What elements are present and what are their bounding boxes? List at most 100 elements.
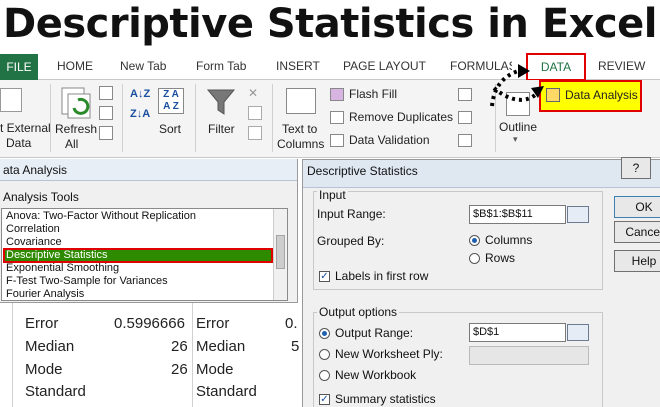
cell-value[interactable]: 5 — [291, 338, 299, 355]
list-item[interactable]: F-Test Two-Sample for Variances — [6, 275, 168, 287]
tab-form-tab[interactable]: Form Tab — [196, 59, 246, 73]
gridline — [192, 303, 193, 407]
get-external-data-label-2[interactable]: Data — [6, 136, 31, 150]
list-item[interactable]: Fourier Analysis — [6, 288, 84, 300]
sort-za-icon[interactable]: Z↓A — [130, 108, 150, 120]
list-item-selected[interactable]: Descriptive Statistics — [6, 249, 107, 261]
cell-value[interactable]: 0.5996666 — [114, 315, 185, 332]
help-button-title[interactable]: ? — [621, 157, 651, 179]
what-if-icon[interactable] — [458, 111, 472, 124]
labels-first-row-label: Labels in first row — [335, 269, 429, 283]
output-range-field[interactable]: $D$1 — [469, 323, 566, 342]
analysis-tools-label: Analysis Tools — [3, 190, 79, 204]
cell-label[interactable]: Error — [25, 315, 58, 332]
input-section-label: Input — [317, 188, 348, 202]
help-button[interactable]: Help — [614, 250, 660, 272]
consolidate-icon[interactable] — [458, 88, 472, 101]
new-worksheet-ply-radio[interactable] — [319, 349, 330, 360]
tab-review[interactable]: REVIEW — [598, 59, 645, 73]
rows-label: Rows — [485, 251, 516, 265]
list-item[interactable]: Covariance — [6, 236, 62, 248]
collapse-dialog-icon[interactable] — [567, 206, 589, 223]
worksheet-area: Standard Standard Error 0.5996666 Error … — [0, 289, 300, 407]
output-range-radio[interactable] — [319, 328, 330, 339]
reapply-icon[interactable] — [248, 106, 262, 120]
tab-home[interactable]: HOME — [57, 59, 93, 73]
connections-icon[interactable] — [99, 86, 113, 100]
columns-label: Columns — [485, 233, 533, 247]
ribbon-tab-bar: FILE HOME New Tab Form Tab INSERT PAGE L… — [0, 53, 660, 81]
gridline — [12, 303, 13, 407]
sort-icon: Z AA Z — [158, 88, 184, 114]
text-to-columns-button[interactable]: Text to — [282, 122, 317, 136]
remove-duplicates-icon — [330, 111, 344, 124]
relationships-icon[interactable] — [458, 134, 472, 147]
filter-icon — [206, 89, 236, 115]
list-item[interactable]: Correlation — [6, 223, 60, 235]
cell-label[interactable]: Median — [25, 338, 74, 355]
new-worksheet-ply-label: New Worksheet Ply: — [335, 347, 443, 361]
new-workbook-radio[interactable] — [319, 370, 330, 381]
cell-value[interactable]: 26 — [171, 338, 188, 355]
list-item[interactable]: Exponential Smoothing — [6, 262, 119, 274]
labels-first-row-checkbox[interactable]: ✓ — [319, 271, 330, 282]
refresh-all-label[interactable]: All — [65, 137, 78, 151]
cell-label[interactable]: Standard — [196, 383, 257, 400]
cell-value[interactable]: 0. — [285, 315, 298, 332]
external-data-icon — [0, 88, 22, 112]
outline-button[interactable]: Outline — [499, 120, 537, 134]
clear-icon[interactable]: ✕ — [248, 86, 262, 100]
cancel-button[interactable]: Cancel — [614, 221, 660, 243]
input-range-field[interactable]: $B$1:$B$11 — [469, 205, 566, 224]
tab-file[interactable]: FILE — [0, 54, 38, 80]
input-range-label: Input Range: — [317, 207, 386, 221]
flash-fill-icon — [330, 88, 344, 101]
cell-label[interactable]: Mode — [196, 361, 234, 378]
output-options-label: Output options — [317, 305, 400, 319]
pointer-arrows — [490, 64, 544, 107]
new-workbook-label: New Workbook — [335, 368, 417, 382]
data-analysis-icon — [546, 88, 560, 102]
get-external-data-label[interactable]: t External — [0, 121, 51, 135]
ok-button[interactable]: OK — [614, 196, 660, 218]
collapse-dialog-icon[interactable] — [567, 324, 589, 341]
cell-label[interactable]: Median — [196, 338, 245, 355]
data-validation-button[interactable]: Data Validation — [349, 133, 430, 147]
data-validation-icon — [330, 134, 344, 147]
refresh-icon — [61, 87, 91, 119]
outline-chevron-icon[interactable]: ▾ — [513, 134, 518, 145]
analysis-tools-list[interactable]: Anova: Two-Factor Without Replication Co… — [1, 208, 288, 301]
flash-fill-button[interactable]: Flash Fill — [349, 87, 397, 101]
grouped-by-label: Grouped By: — [317, 234, 385, 248]
data-analysis-button[interactable]: Data Analysis — [565, 88, 638, 102]
rows-radio[interactable] — [469, 253, 480, 264]
sort-button[interactable]: Sort — [159, 122, 181, 136]
advanced-icon[interactable] — [248, 126, 262, 140]
text-to-columns-label[interactable]: Columns — [277, 137, 324, 151]
cell-value[interactable]: 26 — [171, 361, 188, 378]
page-title: Descriptive Statistics in Excel — [2, 1, 658, 47]
cell-label[interactable]: Error — [196, 315, 229, 332]
refresh-all-button[interactable]: Refresh — [55, 122, 97, 136]
properties-icon[interactable] — [99, 106, 113, 120]
summary-statistics-label: Summary statistics — [335, 392, 436, 406]
output-range-label: Output Range: — [335, 326, 414, 340]
descriptive-statistics-dialog: Descriptive Statistics ? Input Input Ran… — [302, 157, 660, 407]
summary-statistics-checkbox[interactable]: ✓ — [319, 394, 330, 405]
tab-page-layout[interactable]: PAGE LAYOUT — [343, 59, 426, 73]
data-analysis-title: ata Analysis — [0, 159, 297, 181]
tab-new-tab[interactable]: New Tab — [120, 59, 166, 73]
new-worksheet-ply-field[interactable] — [469, 346, 589, 365]
data-analysis-dialog: ata Analysis Analysis Tools Anova: Two-F… — [0, 159, 298, 303]
remove-duplicates-button[interactable]: Remove Duplicates — [349, 110, 453, 124]
list-item[interactable]: Anova: Two-Factor Without Replication — [6, 210, 196, 222]
cell-label[interactable]: Standard — [25, 383, 86, 400]
sort-az-icon[interactable]: A↓Z — [130, 88, 150, 100]
edit-links-icon[interactable] — [99, 126, 113, 140]
descriptive-statistics-title: Descriptive Statistics — [303, 160, 660, 188]
cell-label[interactable]: Mode — [25, 361, 63, 378]
tab-insert[interactable]: INSERT — [276, 59, 320, 73]
filter-button[interactable]: Filter — [208, 122, 235, 136]
list-scrollbar[interactable] — [273, 209, 287, 300]
columns-radio[interactable] — [469, 235, 480, 246]
